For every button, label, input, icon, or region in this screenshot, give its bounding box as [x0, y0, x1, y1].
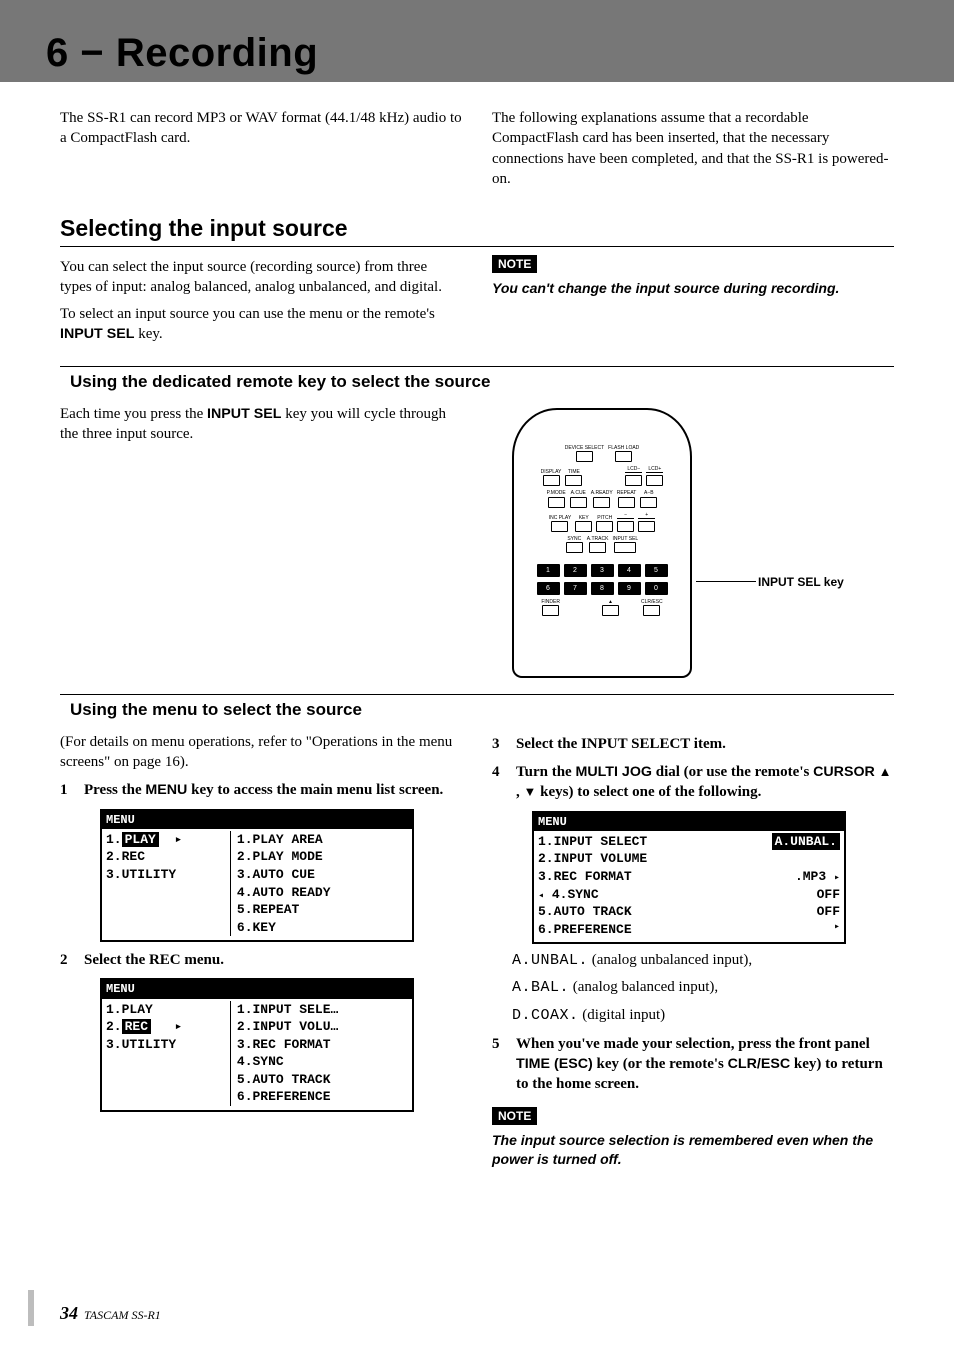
- section1-p1: You can select the input source (recordi…: [60, 257, 462, 298]
- step-5: 5 When you've made your selection, press…: [492, 1034, 894, 1095]
- option-1: A.UNBAL. (analog unbalanced input),: [512, 950, 894, 971]
- step-2: 2 Select the REC menu.: [60, 950, 462, 970]
- sub2-intro: (For details on menu operations, refer t…: [60, 732, 462, 773]
- intro-right: The following explanations assume that a…: [492, 108, 894, 189]
- note-label: NOTE: [492, 255, 537, 273]
- step-1: 1 Press the MENU key to access the main …: [60, 780, 462, 800]
- step-3: 3 Select the INPUT SELECT item.: [492, 734, 894, 754]
- intro-left: The SS-R1 can record MP3 or WAV format (…: [60, 108, 462, 149]
- page-number: 34: [60, 1303, 78, 1324]
- remote-illustration: DEVICE SELECT FLASH LOAD DISPLAY TIME LC…: [512, 408, 892, 678]
- menu-screen-2: MENU 1.PLAY 2.REC ▸ 3.UTILITY 1.INPUT SE…: [100, 978, 414, 1111]
- step-4: 4 Turn the MULTI JOG dial (or use the re…: [492, 762, 894, 803]
- note-text-2: The input source selection is remembered…: [492, 1131, 894, 1169]
- sub1-p1: Each time you press the INPUT SEL key yo…: [60, 404, 462, 445]
- menu-screen-3: MENU 1.INPUT SELECTA.UNBAL. 2.INPUT VOLU…: [532, 811, 846, 944]
- page-content: The SS-R1 can record MP3 or WAV format (…: [0, 82, 954, 1179]
- note-text: You can't change the input source during…: [492, 279, 894, 298]
- section1-p2: To select an input source you can use th…: [60, 304, 462, 345]
- footer-model: TASCAM SS-R1: [84, 1308, 161, 1323]
- note-label-2: NOTE: [492, 1107, 537, 1125]
- sub2-body: (For details on menu operations, refer t…: [60, 726, 894, 1179]
- option-3: D.COAX. (digital input): [512, 1005, 894, 1026]
- input-sel-key-label-2: INPUT SEL: [207, 406, 281, 422]
- page-footer: 34 TASCAM SS-R1: [0, 1303, 954, 1324]
- input-sel-remote-key: INPUT SEL: [612, 537, 638, 553]
- callout-input-sel-key: INPUT SEL key: [758, 574, 844, 590]
- section-selecting-input-source: Selecting the input source: [60, 213, 894, 247]
- sub1-body: Each time you press the INPUT SEL key yo…: [60, 398, 894, 678]
- intro-block: The SS-R1 can record MP3 or WAV format (…: [60, 102, 894, 195]
- section1-body: You can select the input source (recordi…: [60, 251, 894, 350]
- cursor-up-icon: ▲: [879, 764, 892, 779]
- callout-line: [696, 581, 756, 582]
- menu-screen-1: MENU 1.PLAY1.PLAY ▸ 2.REC 3.UTILITY 1.PL…: [100, 809, 414, 942]
- subsection-dedicated-remote-key: Using the dedicated remote key to select…: [60, 366, 894, 394]
- cursor-down-icon: ▼: [524, 784, 537, 799]
- option-2: A.BAL. (analog balanced input),: [512, 977, 894, 998]
- remote-body: DEVICE SELECT FLASH LOAD DISPLAY TIME LC…: [512, 408, 692, 678]
- input-sel-key-label: INPUT SEL: [60, 326, 134, 342]
- chapter-header: 6 − Recording: [0, 0, 954, 82]
- subsection-using-menu: Using the menu to select the source: [60, 694, 894, 722]
- chapter-title: 6 − Recording: [46, 31, 318, 76]
